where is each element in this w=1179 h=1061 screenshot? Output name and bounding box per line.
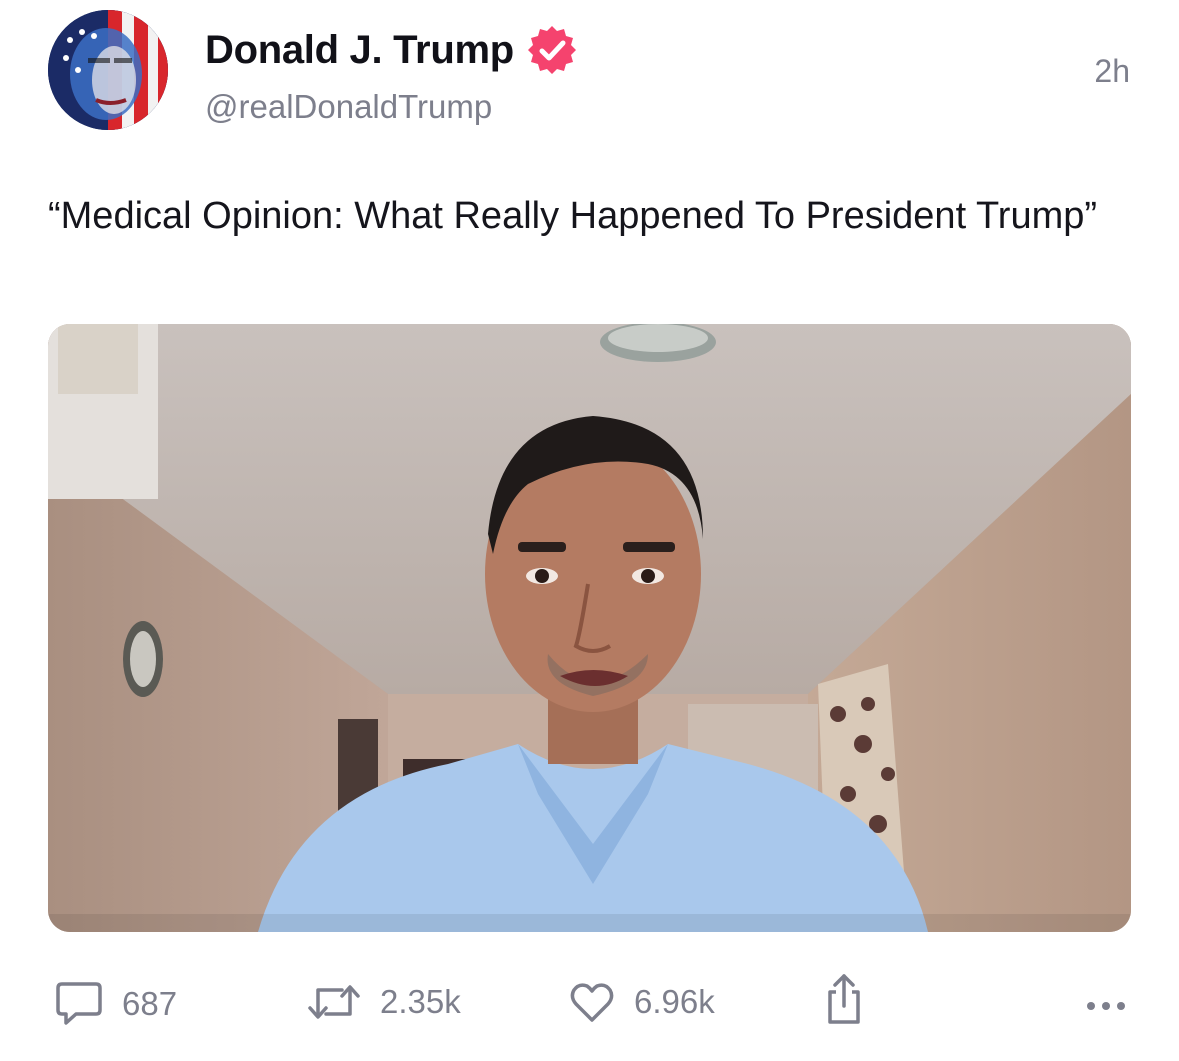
flag-portrait-avatar-icon: [48, 10, 168, 130]
author-name-row[interactable]: Donald J. Trump: [205, 24, 578, 76]
post-timestamp[interactable]: 2h: [1094, 53, 1130, 90]
like-count: 6.96k: [634, 983, 715, 1020]
like-action[interactable]: 6.96k: [568, 980, 715, 1024]
more-dot: [1117, 1002, 1125, 1010]
video-thumbnail[interactable]: [48, 324, 1131, 932]
author-avatar[interactable]: [48, 10, 168, 130]
reply-action[interactable]: 687: [54, 980, 177, 1028]
more-icon[interactable]: [1087, 1002, 1125, 1010]
retruth-count: 2.35k: [380, 983, 461, 1020]
author-handle[interactable]: @realDonaldTrump: [205, 88, 492, 126]
verified-badge-icon: [527, 26, 576, 74]
reply-count: 687: [122, 985, 178, 1022]
author-display-name[interactable]: Donald J. Trump: [205, 28, 514, 73]
retruth-action[interactable]: 2.35k: [306, 980, 461, 1024]
reply-icon: [56, 982, 102, 1025]
more-dot: [1102, 1002, 1110, 1010]
share-icon: [828, 974, 860, 1024]
video-thumbnail-man-in-blue-shirt-icon: [48, 324, 1131, 932]
share-action[interactable]: [824, 972, 864, 1026]
more-dot: [1087, 1002, 1095, 1010]
heart-icon: [570, 983, 614, 1022]
post-text: “Medical Opinion: What Really Happened T…: [48, 195, 1098, 237]
retruth-icon: [308, 985, 360, 1019]
post-actions: 687 2.35k 6.96k: [48, 974, 1131, 1040]
